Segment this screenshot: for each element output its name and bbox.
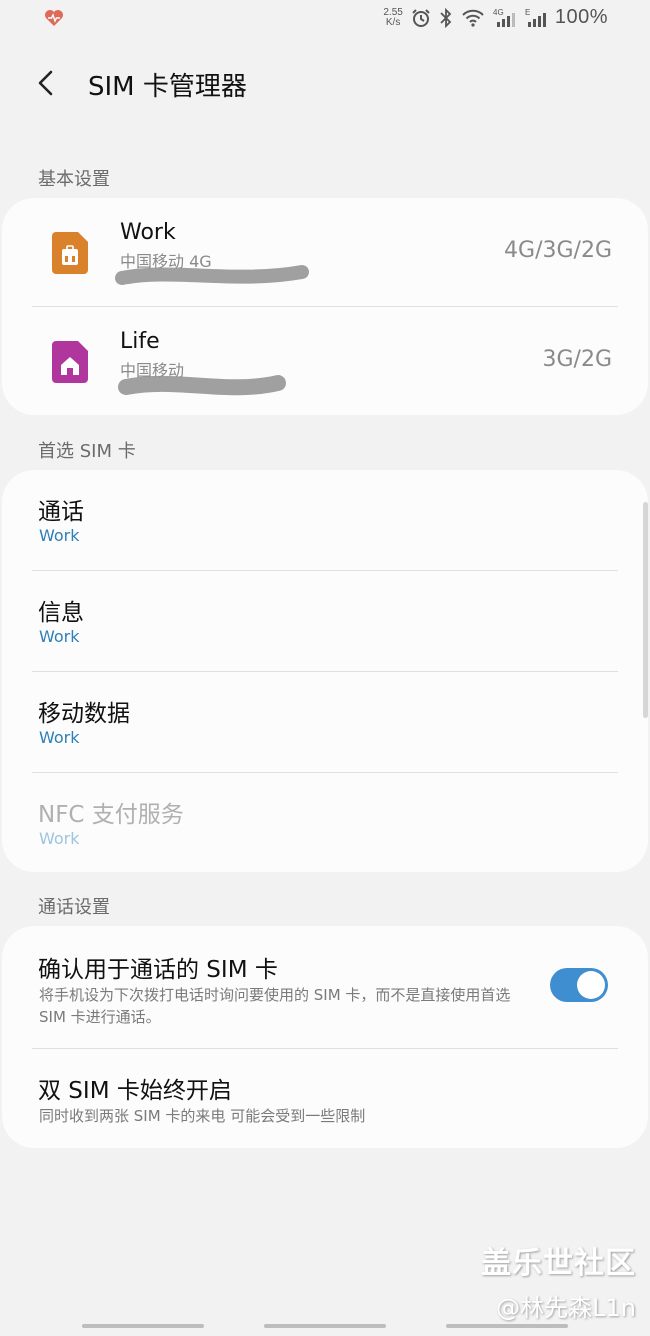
battery-level: 100%: [554, 6, 608, 28]
bluetooth-icon: [440, 7, 452, 28]
page-title: SIM 卡管理器: [88, 72, 247, 102]
section-header-basic: 基本设置: [38, 169, 110, 190]
preferred-mobile-data-value: Work: [39, 728, 80, 747]
preferred-calls-value: Work: [39, 526, 80, 545]
preferred-messages-row[interactable]: 信息 Work: [2, 571, 648, 671]
preferred-sim-list: 通话 Work 信息 Work 移动数据 Work NFC 支付服务 Work: [2, 470, 648, 872]
dual-sim-always-on-title: 双 SIM 卡始终开启: [38, 1078, 232, 1104]
back-button[interactable]: [28, 66, 62, 100]
confirm-sim-for-calls-row[interactable]: 确认用于通话的 SIM 卡 将手机设为下次拨打电话时询问要使用的 SIM 卡，而…: [2, 926, 648, 1048]
net-speed-value: 2.55: [383, 6, 403, 18]
preferred-nfc-payment-label: NFC 支付服务: [38, 802, 184, 828]
sim-carrier: 中国移动 4G: [120, 252, 212, 271]
toggle-knob: [577, 971, 605, 999]
sim-name: Life: [120, 329, 160, 354]
section-header-preferred: 首选 SIM 卡: [38, 441, 136, 462]
preferred-mobile-data-label: 移动数据: [38, 701, 130, 727]
preferred-mobile-data-row[interactable]: 移动数据 Work: [2, 672, 648, 772]
preferred-calls-row[interactable]: 通话 Work: [2, 470, 648, 570]
signal-4g-icon: 4G: [493, 8, 515, 27]
watermark-author: @林先森L1n: [496, 1294, 636, 1322]
health-heart-icon: [45, 10, 63, 26]
status-bar: 2.55 K/s 4G E 100%: [0, 0, 650, 40]
nav-bar-left[interactable]: [82, 1324, 204, 1328]
confirm-sim-for-calls-desc: 将手机设为下次拨打电话时询问要使用的 SIM 卡，而不是直接使用首选 SIM 卡…: [39, 986, 511, 1026]
alarm-icon: [412, 8, 430, 27]
confirm-sim-for-calls-title: 确认用于通话的 SIM 卡: [38, 957, 278, 983]
wifi-icon: [462, 9, 484, 27]
dual-sim-always-on-desc: 同时收到两张 SIM 卡的来电 可能会受到一些限制: [39, 1107, 366, 1125]
sim-carrier: 中国移动: [120, 361, 185, 380]
scrollbar[interactable]: [643, 502, 648, 718]
net-speed-unit: K/s: [385, 16, 401, 28]
call-settings-list: 确认用于通话的 SIM 卡 将手机设为下次拨打电话时询问要使用的 SIM 卡，而…: [2, 926, 648, 1148]
sim-card-work-icon: [52, 232, 88, 274]
preferred-calls-label: 通话: [38, 499, 84, 525]
sim-card-home-icon: [52, 341, 88, 383]
dual-sim-always-on-row[interactable]: 双 SIM 卡始终开启 同时收到两张 SIM 卡的来电 可能会受到一些限制: [2, 1049, 648, 1148]
sim-row-work[interactable]: Work 中国移动 4G 4G/3G/2G: [2, 198, 648, 306]
sim-card-list: Work 中国移动 4G 4G/3G/2G Life 中国移动 3G/2G: [2, 198, 648, 415]
sim-row-life[interactable]: Life 中国移动 3G/2G: [2, 307, 648, 415]
preferred-messages-label: 信息: [38, 600, 84, 626]
svg-text:4G: 4G: [493, 8, 504, 17]
section-header-call: 通话设置: [38, 897, 110, 918]
nav-bar-right[interactable]: [446, 1324, 568, 1328]
signal-e-icon: E: [525, 8, 546, 27]
preferred-nfc-payment-row: NFC 支付服务 Work: [2, 773, 648, 873]
preferred-messages-value: Work: [39, 627, 80, 646]
sim-name: Work: [120, 220, 176, 245]
net-speed: 2.55 K/s: [383, 6, 403, 28]
svg-text:E: E: [525, 8, 530, 17]
sim-network-type: 4G/3G/2G: [504, 238, 612, 263]
nav-bar-center[interactable]: [264, 1324, 386, 1328]
confirm-sim-for-calls-toggle[interactable]: [550, 968, 608, 1002]
status-right: 2.55 K/s 4G E 100%: [383, 6, 608, 29]
chevron-left-icon: [38, 70, 53, 96]
watermark-community: 盖乐世社区: [481, 1246, 636, 1281]
status-left: [44, 9, 64, 31]
sim-network-type: 3G/2G: [542, 347, 612, 372]
preferred-nfc-payment-value: Work: [39, 829, 80, 848]
app-header: SIM 卡管理器: [0, 52, 650, 114]
